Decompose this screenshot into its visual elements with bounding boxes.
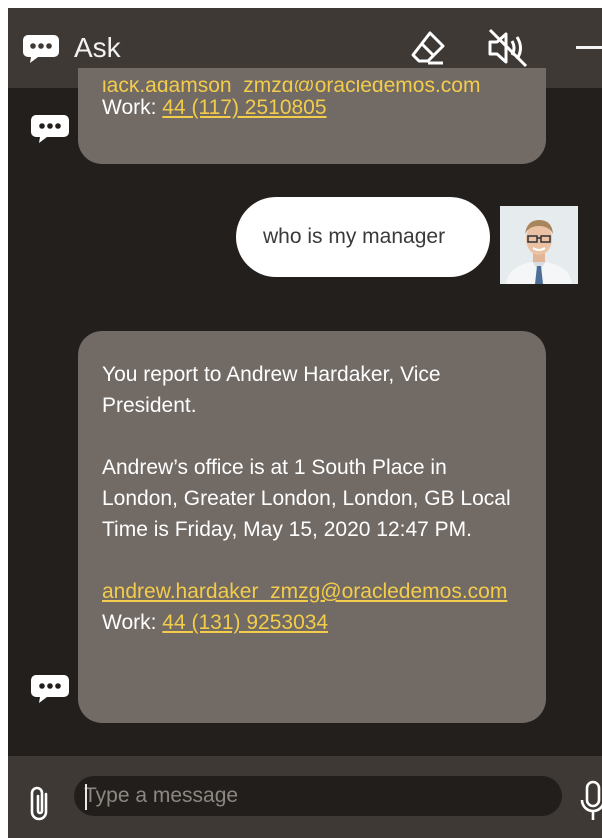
report-text: You report to Andrew Hardaker, Vice Pres… (102, 363, 441, 417)
composer-bar (8, 756, 602, 838)
work-line: Work: 44 (131) 9253034 (102, 607, 526, 638)
minimize-icon[interactable] (576, 46, 602, 49)
paperclip-icon[interactable] (26, 784, 54, 824)
contact-block: andrew.hardaker_zmzg@oracledemos.com Wor… (102, 576, 526, 638)
microphone-icon[interactable] (580, 780, 602, 824)
email-link[interactable]: andrew.hardaker_zmzg@oracledemos.com (102, 576, 526, 607)
message-input[interactable] (74, 776, 562, 816)
work-label: Work: (102, 611, 157, 634)
bot-avatar-icon (31, 675, 69, 703)
chat-bubble-icon (23, 35, 59, 63)
bot-message-contact: jack.adamson_zmzg@oracledemos.com Work: … (78, 68, 546, 164)
user-message: who is my manager (236, 197, 490, 277)
email-link[interactable]: jack.adamson_zmzg@oracledemos.com (102, 80, 526, 92)
work-label: Work: (102, 96, 157, 119)
bot-avatar-icon (31, 115, 69, 143)
mute-icon[interactable] (486, 28, 530, 68)
phone-link[interactable]: 44 (131) 9253034 (162, 611, 328, 634)
phone-link[interactable]: 44 (117) 2510805 (162, 96, 326, 119)
chat-window: Ask jack.adamson_zmzg@oracledemos.com Wo… (8, 8, 602, 838)
text-caret (85, 784, 87, 810)
office-text: Andrew’s office is at 1 South Place in L… (102, 456, 511, 541)
bot-message-manager: You report to Andrew Hardaker, Vice Pres… (78, 331, 546, 723)
header-title: Ask (74, 32, 121, 63)
user-avatar (500, 206, 578, 284)
eraser-icon[interactable] (410, 30, 446, 66)
work-line: Work: 44 (117) 2510805 (102, 92, 526, 123)
